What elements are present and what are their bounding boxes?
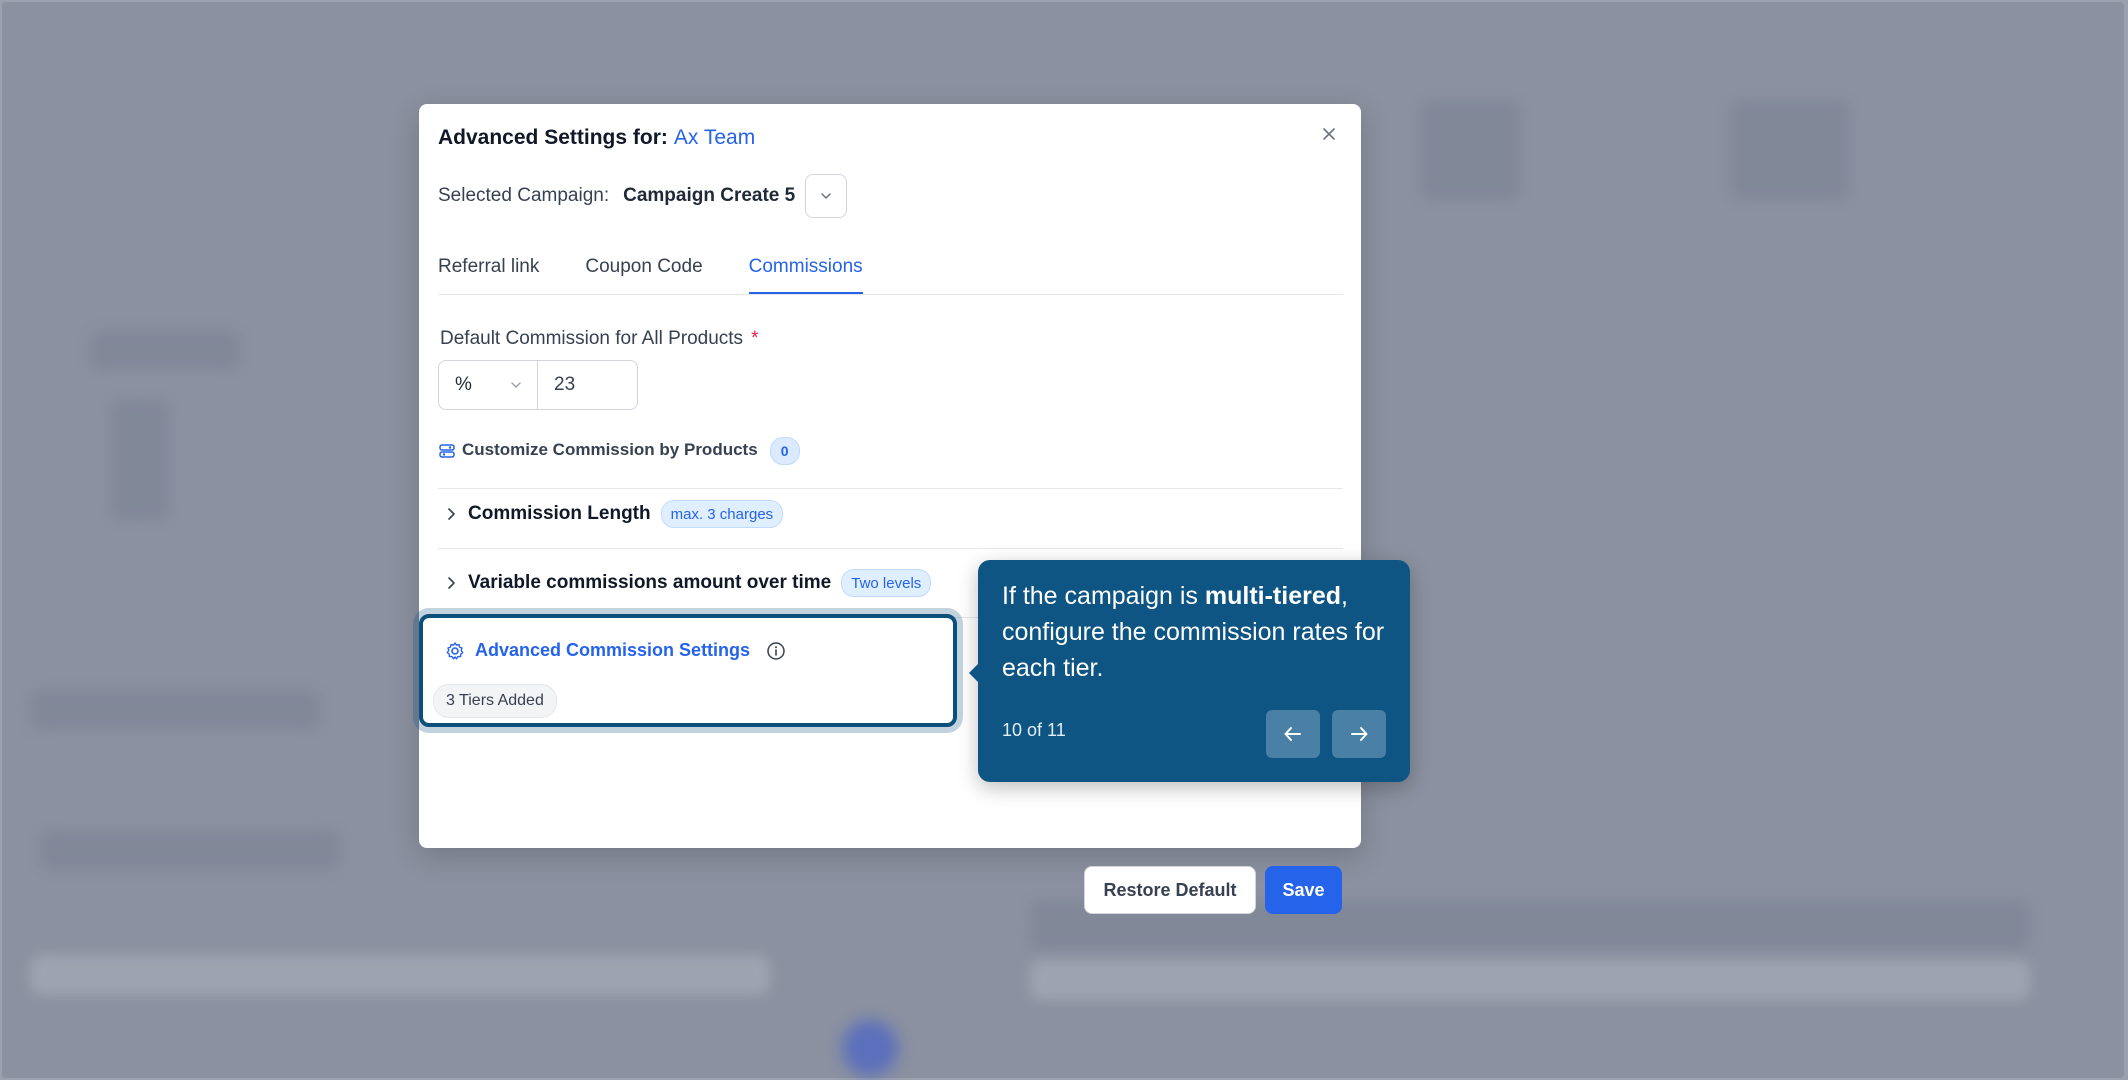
advanced-commission-settings-card[interactable]: Advanced Commission Settings 3 Tiers Add… xyxy=(419,614,957,727)
tiers-added-chip: 3 Tiers Added xyxy=(433,684,557,718)
arrow-left-icon xyxy=(1284,727,1301,741)
next-step-button[interactable] xyxy=(1332,710,1386,758)
commission-value: 23 xyxy=(554,374,576,395)
step-counter: 10 of 11 xyxy=(1002,720,1066,740)
campaign-value: Campaign Create 5 xyxy=(623,185,796,206)
tooltip-arrow xyxy=(969,663,979,683)
modal-title-prefix: Advanced Settings for: xyxy=(438,126,668,149)
campaign-dropdown-button[interactable] xyxy=(805,174,848,218)
tab-coupon-code[interactable]: Coupon Code xyxy=(585,244,702,292)
background-blur-shape xyxy=(30,690,320,730)
default-commission-label: Default Commission for All Products * xyxy=(440,328,758,350)
commission-length-label: Commission Length xyxy=(468,503,651,524)
product-settings-icon xyxy=(439,444,455,458)
customize-label: Customize Commission by Products xyxy=(462,440,758,459)
chevron-down-icon xyxy=(511,382,521,388)
commission-unit-select[interactable]: % xyxy=(438,360,538,410)
save-button[interactable]: Save xyxy=(1265,866,1342,914)
variable-commissions-badge: Two levels xyxy=(841,569,932,597)
tab-referral-link[interactable]: Referral link xyxy=(438,244,539,292)
background-blur-shape xyxy=(90,330,240,370)
commission-length-badge: max. 3 charges xyxy=(660,500,784,528)
arrow-right-icon xyxy=(1351,727,1368,741)
advanced-commission-label: Advanced Commission Settings xyxy=(475,640,751,660)
background-blur-shape xyxy=(842,1020,898,1076)
previous-step-button[interactable] xyxy=(1266,710,1320,758)
chevron-right-icon xyxy=(448,577,455,589)
onboarding-tooltip: If the campaign is multi-tiered, configu… xyxy=(969,560,1410,782)
required-marker: * xyxy=(751,328,759,349)
tab-commissions[interactable]: Commissions xyxy=(748,244,863,294)
commission-unit-value: % xyxy=(455,374,472,395)
tooltip-text: If the campaign is multi-tiered, configu… xyxy=(1002,578,1392,686)
variable-commissions-label: Variable commissions amount over time xyxy=(468,572,832,593)
chevron-down-icon xyxy=(821,193,831,199)
tooltip-text-bold: multi-tiered xyxy=(1204,582,1342,610)
team-name: Ax Team xyxy=(673,126,756,149)
modal-title: Advanced Settings for: Ax Team xyxy=(438,126,755,150)
campaign-selector-row: Selected Campaign: Campaign Create 5 xyxy=(438,174,848,218)
tab-bar: Referral link Coupon Code Commissions xyxy=(438,244,1343,295)
background-blur-shape xyxy=(1030,960,2030,1000)
tooltip-text-start: If the campaign is xyxy=(1002,582,1205,610)
customize-count-badge: 0 xyxy=(769,437,800,465)
background-blur-shape xyxy=(1420,100,1520,200)
close-icon xyxy=(1323,128,1335,140)
info-icon[interactable] xyxy=(766,641,786,661)
gear-icon xyxy=(446,641,464,659)
commission-length-row[interactable]: Commission Length max. 3 charges xyxy=(438,480,1343,549)
default-commission-label-text: Default Commission for All Products xyxy=(440,328,744,349)
campaign-label: Selected Campaign: xyxy=(438,185,610,206)
restore-default-button[interactable]: Restore Default xyxy=(1084,866,1256,914)
background-blur-shape xyxy=(40,830,340,870)
background-blur-shape xyxy=(30,955,770,995)
close-button[interactable] xyxy=(1317,122,1341,146)
background-blur-shape xyxy=(1730,100,1850,200)
background-blur-shape xyxy=(110,400,170,520)
commission-value-input[interactable]: 23 xyxy=(538,360,638,410)
advanced-commission-title[interactable]: Advanced Commission Settings xyxy=(445,640,786,661)
chevron-right-icon xyxy=(448,508,455,520)
